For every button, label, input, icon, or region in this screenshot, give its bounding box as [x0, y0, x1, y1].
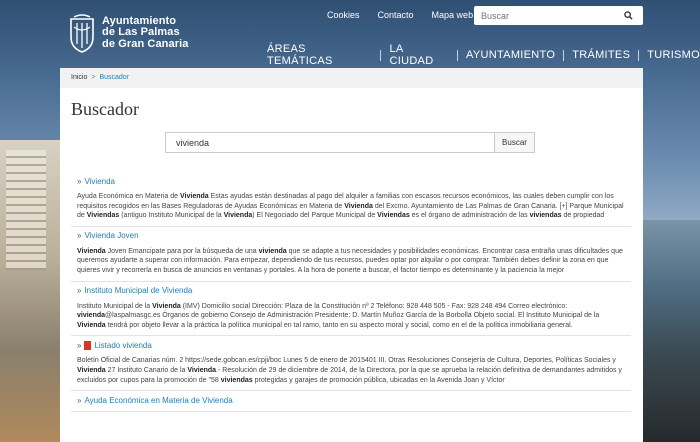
- result-snippet: Boletín Oficial de Canarias núm. 2 https…: [77, 356, 625, 385]
- result-title-link[interactable]: Listado vivienda: [94, 341, 151, 350]
- bullet-icon: »: [77, 231, 82, 241]
- result-title-link[interactable]: Instituto Municipal de Vivienda: [84, 286, 192, 295]
- header-search-input[interactable]: [474, 10, 619, 21]
- snippet-text: Joven Emancipate para por la búsqueda de…: [105, 247, 259, 255]
- snippet-highlight: Vivienda: [187, 366, 217, 374]
- result-title-row: » Ayuda Económica en Materia de Vivienda: [77, 394, 625, 406]
- pdf-icon: [84, 340, 92, 350]
- snippet-highlight: viviendas: [529, 212, 562, 220]
- result-title-row: » Instituto Municipal de Vivienda: [77, 285, 625, 297]
- cookies-link[interactable]: Cookies: [327, 10, 360, 20]
- background-sea: [642, 220, 700, 442]
- search-form: Buscar: [165, 132, 535, 153]
- breadcrumb-separator: >: [91, 74, 96, 81]
- nav-divider: [457, 49, 459, 61]
- breadcrumb-home[interactable]: Inicio: [71, 74, 87, 81]
- snippet-text: de propiedad: [561, 212, 605, 220]
- snippet-text: (IMV) Domicilio social Dirección: Plaza …: [180, 302, 568, 310]
- breadcrumb-current: Buscador: [99, 74, 130, 81]
- snippet-highlight: Vivienda: [77, 366, 106, 374]
- snippet-highlight: Vivienda: [180, 193, 209, 200]
- coat-of-arms-icon: [70, 14, 94, 53]
- snippet-text: Boletín Oficial de Canarias núm. 2 https…: [77, 357, 616, 365]
- nav-areas-tematicas[interactable]: ÁREAS TEMÁTICAS: [267, 43, 372, 67]
- snippet-highlight: viviendas: [220, 376, 253, 384]
- snippet-text: tendrá por objeto llevar a la práctica l…: [105, 321, 573, 329]
- bullet-icon: »: [77, 176, 82, 186]
- mapa-web-link[interactable]: Mapa web: [432, 10, 474, 20]
- nav-divider: [638, 49, 640, 61]
- site-name-line-3: de Gran Canaria: [102, 37, 189, 50]
- result-title-link[interactable]: Vivienda: [84, 177, 115, 186]
- nav-la-ciudad[interactable]: LA CIUDAD: [389, 43, 449, 67]
- snippet-highlight: Vivienda: [152, 302, 181, 310]
- snippet-highlight: Viviendas: [377, 212, 410, 220]
- result-snippet: Vivienda Joven Emancipate para por la bú…: [77, 247, 625, 276]
- background-buildings: [0, 140, 62, 442]
- contacto-link[interactable]: Contacto: [378, 10, 414, 20]
- snippet-highlight: Vivienda: [344, 202, 373, 210]
- snippet-text: es el órgano de administración de las: [409, 212, 530, 220]
- result-title-row: » Vivienda: [77, 175, 625, 187]
- result-item: » Ayuda Económica en Materia de Vivienda: [71, 391, 631, 413]
- snippet-highlight: vivienda: [258, 247, 287, 255]
- nav-ayuntamiento[interactable]: AYUNTAMIENTO: [466, 49, 555, 61]
- nav-turismo[interactable]: TURISMO: [647, 49, 700, 61]
- breadcrumb: Inicio > Buscador: [60, 68, 643, 88]
- snippet-text: Ayuda Económica en Materia de: [77, 193, 180, 200]
- snippet-highlight: Vivienda: [77, 321, 106, 329]
- nav-divider: [380, 49, 382, 61]
- results-list: » Vivienda Ayuda Económica en Materia de V…: [71, 172, 631, 413]
- result-item: » Vivienda Ayuda Económica en Materia de V…: [71, 172, 631, 227]
- result-title-link[interactable]: Vivienda Joven: [84, 231, 138, 240]
- bullet-icon: »: [77, 340, 82, 350]
- search-input[interactable]: [165, 132, 495, 153]
- snippet-text: ) El Negociado del Parque Municipal de: [252, 212, 378, 220]
- header-search: [474, 6, 643, 25]
- bullet-icon: »: [77, 395, 82, 405]
- utility-nav: Cookies Contacto Mapa web: [327, 10, 491, 20]
- main-nav: ÁREAS TEMÁTICAS LA CIUDAD AYUNTAMIENTO T…: [267, 43, 700, 67]
- search-button[interactable]: Buscar: [495, 132, 535, 153]
- snippet-highlight: vivienda: [77, 312, 106, 320]
- site-logo[interactable]: Ayuntamiento de Las Palmas de Gran Canar…: [68, 13, 188, 53]
- snippet-text: (antiguo Instituto Municipal de la: [119, 212, 224, 220]
- snippet-text: protegidas y garajes de promoción públic…: [252, 376, 505, 384]
- page-title: Buscador: [71, 99, 139, 119]
- snippet-highlight: Viviendas: [86, 212, 120, 220]
- result-snippet: Instituto Municipal de la Vivienda (IMV)…: [77, 302, 625, 331]
- snippet-text: 27 Instituto Canario de la: [105, 366, 188, 374]
- search-icon[interactable]: [619, 7, 637, 25]
- snippet-highlight: Vivienda: [223, 212, 253, 220]
- snippet-highlight: Vivienda: [77, 247, 106, 255]
- result-item: » Instituto Municipal de Vivienda Institut…: [71, 282, 631, 337]
- nav-tramites[interactable]: TRÁMITES: [572, 49, 630, 61]
- result-title-row: » Vivienda Joven: [77, 230, 625, 242]
- result-title-link[interactable]: Ayuda Económica en Materia de Vivienda: [84, 396, 232, 405]
- result-title-row: » Listado vivienda: [77, 339, 625, 351]
- snippet-text: @laspalmasgc.es Órganos de gobierno Cons…: [105, 312, 600, 320]
- bullet-icon: »: [77, 286, 82, 296]
- nav-divider: [563, 49, 565, 61]
- result-item: » Listado vivienda Boletín Oficial de Cana…: [71, 336, 631, 392]
- result-item: » Vivienda Joven Vivienda Joven Emancipate…: [71, 227, 631, 282]
- site-name: Ayuntamiento de Las Palmas de Gran Canar…: [102, 15, 189, 51]
- content-panel: Inicio>Buscador Buscador Buscar »Viviend…: [60, 68, 643, 442]
- snippet-text: Instituto Municipal de la: [77, 302, 153, 310]
- result-snippet: Ayuda Económica en Materia de Vivienda E…: [77, 192, 625, 221]
